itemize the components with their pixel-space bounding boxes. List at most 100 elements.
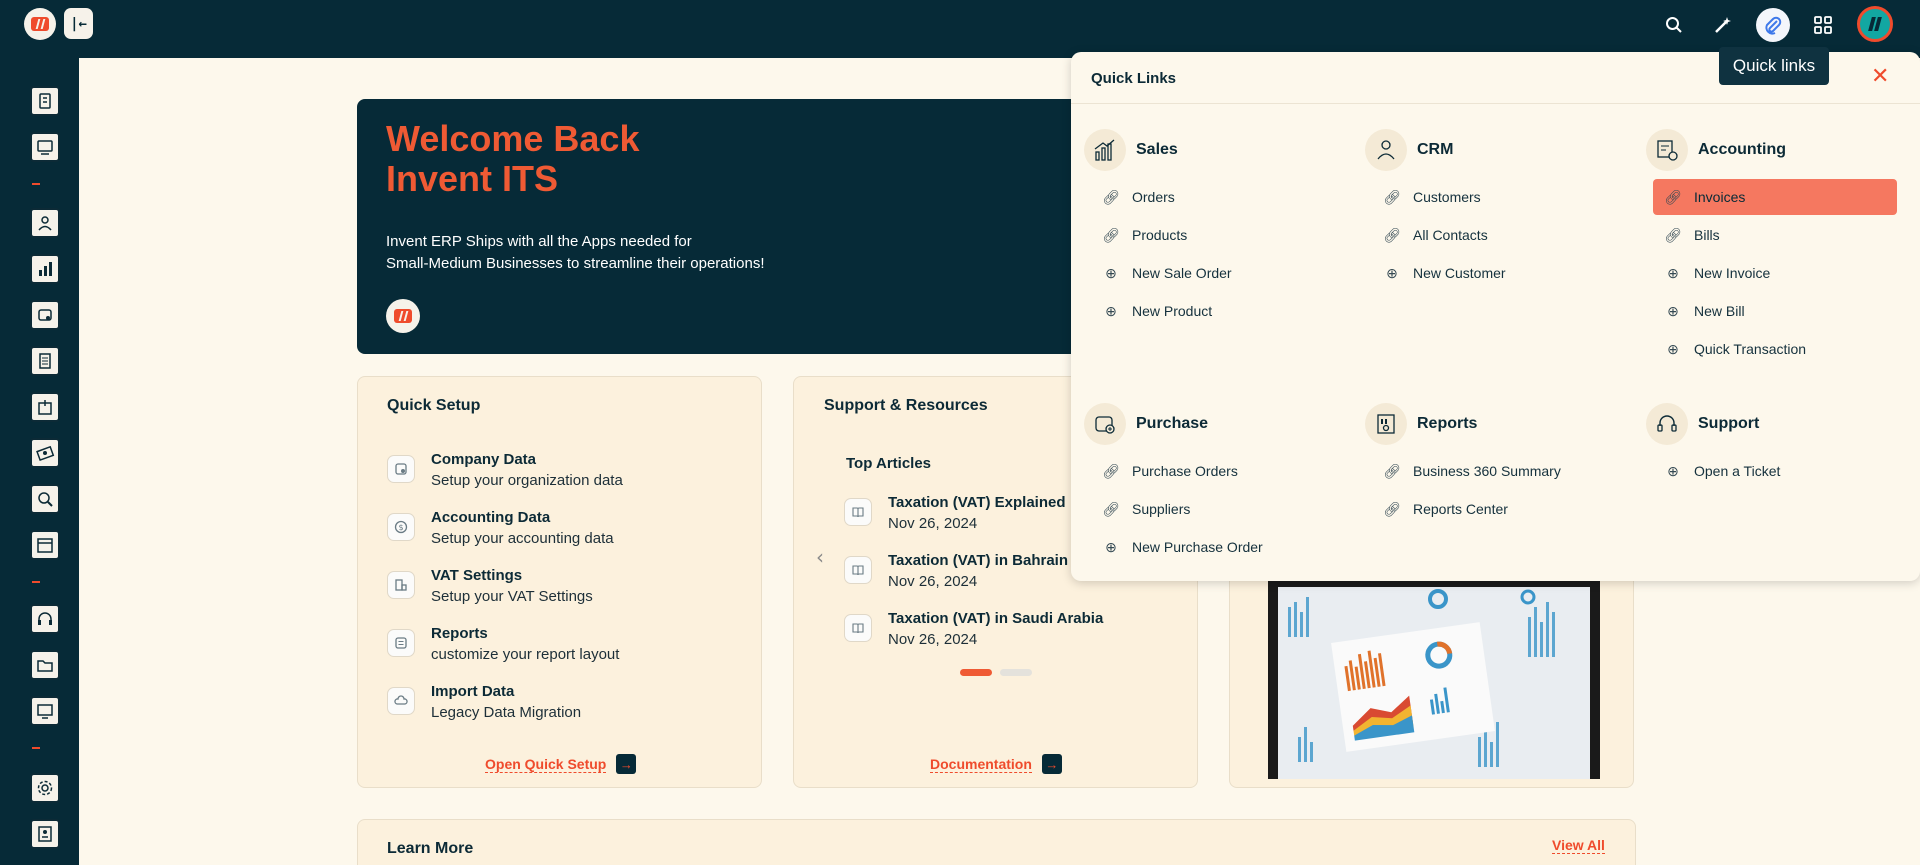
quick-link-invoices[interactable]: 🔗︎ Invoices	[1653, 179, 1897, 215]
sidebar-item-audit[interactable]	[30, 484, 60, 514]
sidebar-item-reports[interactable]	[30, 696, 60, 726]
quick-link-products[interactable]: 🔗︎ Products	[1091, 217, 1335, 253]
grid-icon	[1814, 16, 1832, 34]
plus-icon: ⊕	[1105, 302, 1117, 319]
sidebar-item-purchase[interactable]	[30, 300, 60, 330]
article-date: Nov 26, 2024	[888, 515, 978, 532]
calendar-icon	[37, 538, 53, 553]
sidebar-separator	[32, 747, 40, 749]
article-title: Taxation (VAT) Explained	[888, 494, 1066, 511]
book-icon	[844, 556, 872, 584]
sidebar-item-sales[interactable]	[30, 254, 60, 284]
quick-link-label: New Product	[1132, 303, 1213, 319]
sidebar-item-calendar[interactable]	[30, 530, 60, 560]
quick-link-new-sale-order[interactable]: ⊕ New Sale Order	[1091, 255, 1335, 291]
view-all-link[interactable]: View All	[1552, 837, 1605, 854]
collapse-sidebar-button[interactable]: |←	[64, 8, 93, 39]
svg-text:$: $	[398, 523, 403, 532]
quick-link-new-product[interactable]: ⊕ New Product	[1091, 293, 1335, 329]
sidebar-item-payments[interactable]	[30, 438, 60, 468]
quick-link-business-360-summary[interactable]: 🔗︎ Business 360 Summary	[1372, 453, 1616, 489]
open-quick-setup-link[interactable]: Open Quick Setup →	[485, 754, 637, 774]
card-title: Support & Resources	[824, 397, 988, 414]
group-title: Accounting	[1698, 141, 1786, 158]
folder-icon	[37, 660, 53, 672]
link-icon: 🔗︎	[1383, 500, 1401, 517]
headset-icon	[1646, 403, 1688, 445]
sidebar-item-profile[interactable]	[30, 819, 60, 849]
apps-grid-button[interactable]	[1806, 8, 1840, 42]
gear-icon	[37, 780, 53, 796]
arrow-right-icon: →	[616, 754, 637, 774]
sales-chart-icon	[1084, 129, 1126, 171]
carousel-dot-active[interactable]	[960, 669, 992, 676]
sidebar-item-pos[interactable]	[30, 132, 60, 162]
crm-icon	[38, 216, 52, 231]
quick-link-orders[interactable]: 🔗︎ Orders	[1091, 179, 1335, 215]
close-panel-button[interactable]: ✕	[1871, 66, 1889, 88]
welcome-title: Welcome Back Invent ITS	[386, 119, 639, 199]
panel-title: Quick Links	[1091, 70, 1177, 87]
quick-link-all-contacts[interactable]: 🔗︎ All Contacts	[1372, 217, 1616, 253]
link-icon: 🔗︎	[1383, 462, 1401, 479]
dollar-icon: $	[387, 513, 415, 541]
sidebar-item-support[interactable]	[30, 604, 60, 634]
quick-links-tooltip: Quick links	[1719, 47, 1829, 85]
group-header: Purchase	[1084, 402, 1208, 446]
group-header: Accounting	[1646, 128, 1786, 172]
setup-item-title: Accounting Data	[431, 509, 551, 526]
quick-link-new-purchase-order[interactable]: ⊕ New Purchase Order	[1091, 529, 1335, 565]
welcome-logo	[386, 299, 420, 333]
dashboard-icon	[39, 93, 51, 109]
sidebar-item-documents[interactable]	[30, 650, 60, 680]
top-articles-heading: Top Articles	[846, 455, 932, 472]
welcome-description: Invent ERP Ships with all the Apps neede…	[386, 231, 765, 275]
id-card-icon	[38, 826, 52, 842]
plus-icon: ⊕	[1105, 264, 1117, 281]
quick-link-bills[interactable]: 🔗︎ Bills	[1653, 217, 1897, 253]
plus-icon: ⊕	[1667, 462, 1679, 479]
cart-icon	[38, 309, 52, 321]
quick-link-customers[interactable]: 🔗︎ Customers	[1372, 179, 1616, 215]
quick-setup-card: Quick Setup Company Data Setup your orga…	[357, 376, 762, 788]
carousel-prev-button[interactable]: ‹	[816, 545, 824, 569]
quick-link-label: Quick Transaction	[1694, 341, 1807, 357]
welcome-title-line: Welcome Back	[386, 118, 640, 159]
crm-icon	[1365, 129, 1407, 171]
setup-item-title: Company Data	[431, 451, 537, 468]
quick-link-new-invoice[interactable]: ⊕ New Invoice	[1653, 255, 1897, 291]
quick-link-quick-transaction[interactable]: ⊕ Quick Transaction	[1653, 331, 1897, 367]
magic-wand-button[interactable]	[1706, 8, 1740, 42]
welcome-company-name: Invent ITS	[386, 158, 559, 199]
quick-link-suppliers[interactable]: 🔗︎ Suppliers	[1091, 491, 1335, 527]
sidebar-item-inventory[interactable]	[30, 392, 60, 422]
paperclip-icon	[1765, 16, 1782, 35]
app-logo[interactable]	[24, 8, 56, 40]
sidebar-item-settings[interactable]	[30, 773, 60, 803]
learn-more-card: Learn More View All	[357, 819, 1636, 865]
plus-icon: ⊕	[1667, 340, 1679, 357]
building-icon	[387, 455, 415, 483]
quick-link-new-customer[interactable]: ⊕ New Customer	[1372, 255, 1616, 291]
quick-link-reports-center[interactable]: 🔗︎ Reports Center	[1372, 491, 1616, 527]
quick-link-new-bill[interactable]: ⊕ New Bill	[1653, 293, 1897, 329]
search-button[interactable]	[1657, 8, 1691, 42]
article-title: Taxation (VAT) in Saudi Arabia	[888, 610, 1104, 627]
carousel-dot[interactable]	[1000, 669, 1032, 676]
quick-link-purchase-orders[interactable]: 🔗︎ Purchase Orders	[1091, 453, 1335, 489]
quick-link-label: Orders	[1132, 189, 1175, 205]
sidebar-item-crm[interactable]	[30, 208, 60, 238]
sidebar-item-accounting[interactable]	[30, 346, 60, 376]
logo-mark-icon	[394, 309, 412, 323]
group-header: Reports	[1365, 402, 1477, 446]
sidebar-item-dashboard[interactable]	[30, 86, 60, 116]
plus-icon: ⊕	[1667, 264, 1679, 281]
article-title: Taxation (VAT) in Bahrain	[888, 552, 1069, 569]
link-icon: 🔗︎	[1664, 226, 1682, 243]
quick-link-open-a-ticket[interactable]: ⊕ Open a Ticket	[1653, 453, 1897, 489]
setup-item-description: Setup your VAT Settings	[431, 588, 593, 605]
sidebar-separator	[32, 581, 40, 583]
quick-links-button[interactable]	[1756, 8, 1790, 42]
user-avatar[interactable]	[1857, 6, 1893, 42]
documentation-link[interactable]: Documentation →	[930, 754, 1062, 774]
